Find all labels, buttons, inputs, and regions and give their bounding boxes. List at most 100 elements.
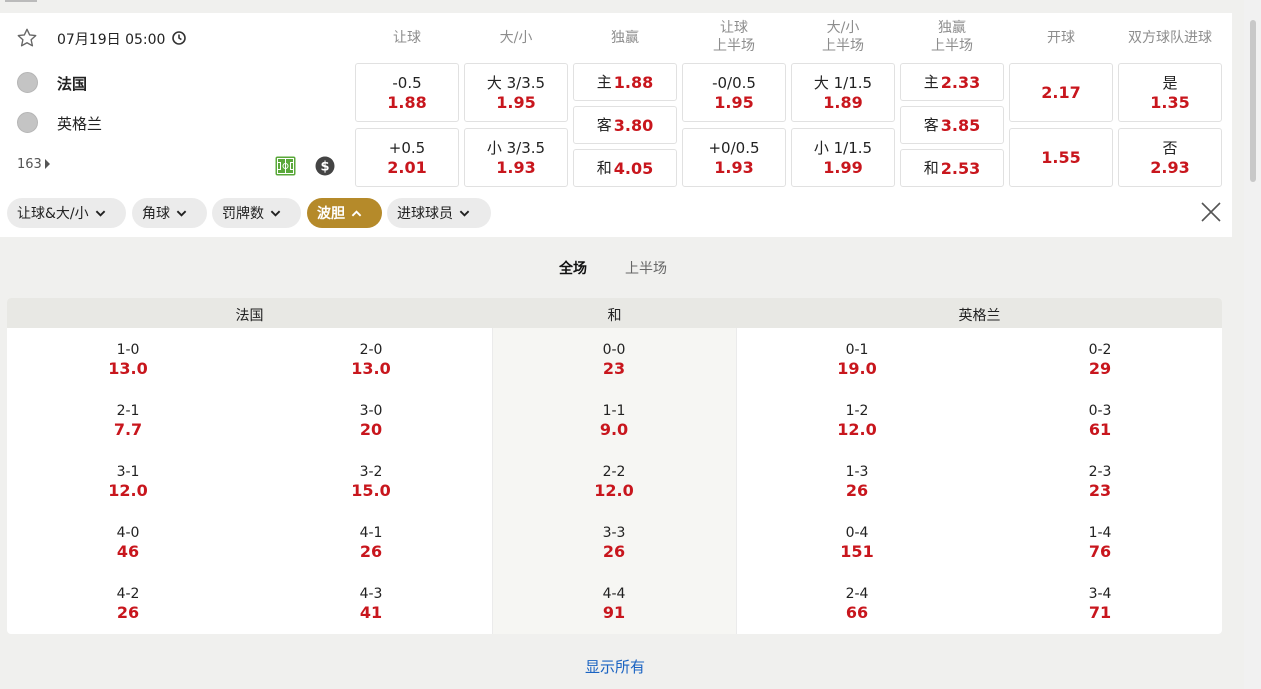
score-label: 2-1 [116, 403, 140, 419]
odd-box-handicap-away[interactable]: +0.5 2.01 [355, 128, 459, 187]
score-cell[interactable]: 4-3 41 [311, 585, 431, 622]
odd-box-moneyline-1h-away[interactable]: 客 3.85 [900, 106, 1004, 144]
col-head-text: 大/小 [826, 20, 860, 36]
col-head-handicap-1h: 让球 上半场 [682, 19, 786, 55]
filter-goalscorer[interactable]: 进球球员 [387, 198, 491, 228]
score-cell[interactable]: 4-1 26 [311, 524, 431, 561]
odd-value: 2.33 [940, 72, 981, 92]
score-cell[interactable]: 4-0 46 [68, 524, 188, 561]
col-head-subtext: 上半场 [713, 38, 755, 54]
score-cell[interactable]: 4-4 91 [554, 585, 674, 622]
score-odd: 71 [1088, 603, 1112, 622]
score-odd: 76 [1088, 542, 1112, 561]
score-cell[interactable]: 0-1 19.0 [797, 341, 917, 378]
close-icon[interactable] [1200, 201, 1222, 223]
col-head-text: 独赢 [611, 30, 639, 46]
score-cell[interactable]: 1-4 76 [1040, 524, 1160, 561]
score-cell[interactable]: 0-3 61 [1040, 402, 1160, 439]
score-odd: 23 [602, 359, 626, 378]
score-odd: 41 [359, 603, 383, 622]
col-head-subtext: 上半场 [931, 38, 973, 54]
score-cell[interactable]: 2-0 13.0 [311, 341, 431, 378]
score-cell[interactable]: 1-1 9.0 [554, 402, 674, 439]
odd-value: 3.80 [613, 115, 654, 135]
odd-box-btts-no[interactable]: 否 2.93 [1118, 128, 1222, 187]
odd-box-handicap-home[interactable]: -0.5 1.88 [355, 63, 459, 122]
col-head-text: 独赢 [938, 20, 966, 36]
score-cell[interactable]: 0-2 29 [1040, 341, 1160, 378]
odd-value: 1.95 [496, 93, 536, 112]
pitch-stats-icon[interactable] [275, 156, 296, 176]
odd-box-btts-yes[interactable]: 是 1.35 [1118, 63, 1222, 122]
score-cell[interactable]: 2-2 12.0 [554, 463, 674, 500]
score-cell[interactable]: 1-3 26 [797, 463, 917, 500]
col-head-text: 让球 [393, 30, 421, 46]
col-head-handicap: 让球 [355, 29, 459, 47]
odd-value: 1.93 [714, 158, 754, 177]
score-cell[interactable]: 0-0 23 [554, 341, 674, 378]
odd-box-kickoff-away[interactable]: 1.55 [1009, 128, 1113, 187]
score-odd: 13.0 [351, 359, 391, 378]
cash-out-icon[interactable]: $ [315, 156, 335, 176]
scrollbar-thumb[interactable] [1250, 20, 1256, 182]
odd-value: 2.93 [1150, 158, 1190, 177]
odd-box-handicap-1h-home[interactable]: -0/0.5 1.95 [682, 63, 786, 122]
odd-box-over-1h[interactable]: 大 1/1.5 1.89 [791, 63, 895, 122]
score-cell[interactable]: 3-2 15.0 [311, 463, 431, 500]
chevron-down-icon [270, 210, 281, 217]
more-markets-count-text: 163 [17, 157, 42, 172]
score-cell[interactable]: 3-3 26 [554, 524, 674, 561]
odd-box-moneyline-draw[interactable]: 和 4.05 [573, 149, 677, 187]
filter-correct-score[interactable]: 波胆 [307, 198, 382, 228]
filter-corners[interactable]: 角球 [132, 198, 207, 228]
odd-box-moneyline-1h-draw[interactable]: 和 2.53 [900, 149, 1004, 187]
score-cell[interactable]: 3-1 12.0 [68, 463, 188, 500]
score-cell[interactable]: 1-0 13.0 [68, 341, 188, 378]
odd-label: 客 [923, 115, 939, 134]
odd-box-kickoff-home[interactable]: 2.17 [1009, 63, 1113, 122]
score-cell[interactable]: 1-2 12.0 [797, 402, 917, 439]
score-cell[interactable]: 2-3 23 [1040, 463, 1160, 500]
odd-box-moneyline-away[interactable]: 客 3.80 [573, 106, 677, 144]
score-cell[interactable]: 0-4 151 [797, 524, 917, 561]
show-all-link[interactable]: 显示所有 [560, 656, 670, 677]
tab-full-time[interactable]: 全场 [559, 258, 587, 278]
odd-box-moneyline-home[interactable]: 主 1.88 [573, 63, 677, 101]
more-markets-count[interactable]: 163 [17, 157, 50, 172]
odd-box-over[interactable]: 大 3/3.5 1.95 [464, 63, 568, 122]
odd-line: +0.5 [388, 139, 426, 157]
tab-first-half[interactable]: 上半场 [625, 258, 667, 278]
score-odd: 26 [602, 542, 626, 561]
score-odd: 66 [845, 603, 869, 622]
favorite-star-icon[interactable] [16, 27, 38, 49]
odd-value: 1.93 [496, 158, 536, 177]
score-cell[interactable]: 2-4 66 [797, 585, 917, 622]
score-cell[interactable]: 4-2 26 [68, 585, 188, 622]
score-odd: 29 [1088, 359, 1112, 378]
odd-value: 1.95 [714, 93, 754, 112]
odd-label: 是 [1162, 74, 1178, 92]
col-head-over-under: 大/小 [464, 29, 568, 47]
odd-box-under-1h[interactable]: 小 1/1.5 1.99 [791, 128, 895, 187]
col-head-text: 双方球队进球 [1128, 30, 1212, 46]
odd-box-under[interactable]: 小 3/3.5 1.93 [464, 128, 568, 187]
score-label: 2-0 [359, 342, 383, 358]
col-head-text: 让球 [720, 20, 748, 36]
score-label: 0-3 [1088, 403, 1112, 419]
score-label: 0-4 [845, 525, 869, 541]
score-cell[interactable]: 3-0 20 [311, 402, 431, 439]
odd-line: -0/0.5 [712, 74, 756, 92]
score-odd: 12.0 [837, 420, 877, 439]
score-cell[interactable]: 2-1 7.7 [68, 402, 188, 439]
col-head-text: 开球 [1047, 30, 1075, 46]
correct-score-grid: 法国 和 英格兰 1-0 13.0 2-0 13.0 2-1 7.7 3-0 20 3-1 12.… [7, 298, 1222, 634]
score-odd: 20 [359, 420, 383, 439]
odd-box-handicap-1h-away[interactable]: +0/0.5 1.93 [682, 128, 786, 187]
odd-box-moneyline-1h-home[interactable]: 主 2.33 [900, 63, 1004, 101]
chevron-down-icon [176, 210, 187, 217]
filter-handicap-ou[interactable]: 让球&大/小 [7, 198, 126, 228]
odd-line: 小 3/3.5 [486, 139, 546, 157]
score-cell[interactable]: 3-4 71 [1040, 585, 1160, 622]
odd-value: 3.85 [940, 115, 981, 135]
filter-cards[interactable]: 罚牌数 [212, 198, 301, 228]
